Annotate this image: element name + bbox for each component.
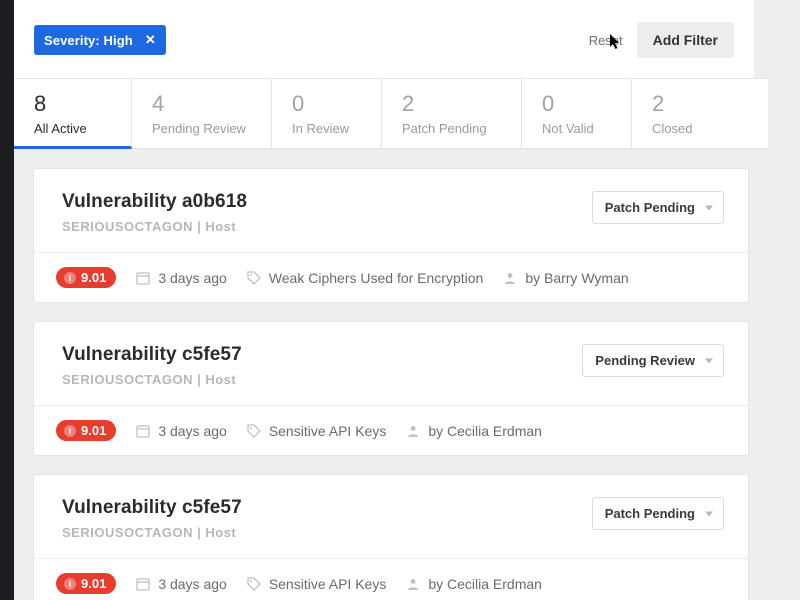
severity-pill: i 9.01	[56, 573, 116, 594]
info-icon: i	[64, 272, 76, 284]
severity-pill: i 9.01	[56, 420, 116, 441]
vuln-subtitle: SERIOUSOCTAGON | Host	[62, 372, 242, 387]
status-dropdown-label: Pending Review	[595, 353, 695, 368]
tag-text: Weak Ciphers Used for Encryption	[269, 270, 484, 286]
user-icon	[503, 271, 517, 285]
vuln-title: Vulnerability c5fe57	[62, 497, 242, 519]
author-text: by Cecilia Erdman	[428, 576, 542, 592]
user-icon	[406, 424, 420, 438]
meta-age: 3 days ago	[136, 423, 227, 439]
tab-label: Pending Review	[152, 121, 271, 136]
tab-count: 2	[652, 91, 768, 117]
tab-closed[interactable]: 2 Closed	[632, 78, 768, 149]
tab-label: Closed	[652, 121, 768, 136]
severity-score: 9.01	[81, 423, 106, 438]
meta-author: by Cecilia Erdman	[406, 576, 542, 592]
tab-count: 8	[34, 91, 131, 117]
tag-icon	[247, 577, 261, 591]
sidebar-stub	[0, 0, 14, 600]
filter-chip-severity[interactable]: Severity: High ✕	[34, 25, 166, 55]
severity-score: 9.01	[81, 576, 106, 591]
meta-author: by Cecilia Erdman	[406, 423, 542, 439]
tag-icon	[247, 271, 261, 285]
reset-link[interactable]: Reset	[589, 33, 623, 48]
calendar-icon	[136, 271, 150, 285]
tab-label: All Active	[34, 121, 131, 136]
tab-pending-review[interactable]: 4 Pending Review	[132, 78, 272, 149]
severity-score: 9.01	[81, 270, 106, 285]
filter-chip-remove-icon[interactable]: ✕	[145, 32, 156, 48]
status-dropdown[interactable]: Patch Pending	[592, 497, 724, 530]
meta-tag: Sensitive API Keys	[247, 423, 387, 439]
tab-label: Not Valid	[542, 121, 631, 136]
add-filter-button[interactable]: Add Filter	[637, 22, 734, 58]
tab-label: Patch Pending	[402, 121, 521, 136]
calendar-icon	[136, 424, 150, 438]
tab-label: In Review	[292, 121, 381, 136]
vuln-title: Vulnerability c5fe57	[62, 344, 242, 366]
meta-age: 3 days ago	[136, 270, 227, 286]
vuln-title: Vulnerability a0b618	[62, 191, 247, 213]
tag-icon	[247, 424, 261, 438]
info-icon: i	[64, 578, 76, 590]
filter-chip-label: Severity: High	[44, 33, 133, 48]
age-text: 3 days ago	[158, 576, 227, 592]
author-text: by Cecilia Erdman	[428, 423, 542, 439]
author-text: by Barry Wyman	[525, 270, 628, 286]
tab-count: 2	[402, 91, 521, 117]
status-dropdown[interactable]: Pending Review	[582, 344, 724, 377]
meta-author: by Barry Wyman	[503, 270, 628, 286]
meta-tag: Sensitive API Keys	[247, 576, 387, 592]
status-tabs: 8 All Active 4 Pending Review 0 In Revie…	[14, 78, 768, 149]
tab-all-active[interactable]: 8 All Active	[14, 78, 132, 149]
tab-count: 4	[152, 91, 271, 117]
content-area: Severity: High ✕ Reset Add Filter 8 All …	[14, 0, 800, 600]
vulnerability-card[interactable]: Vulnerability c5fe57 SERIOUSOCTAGON | Ho…	[34, 475, 748, 600]
tab-count: 0	[542, 91, 631, 117]
meta-tag: Weak Ciphers Used for Encryption	[247, 270, 484, 286]
filter-bar: Severity: High ✕ Reset Add Filter	[14, 0, 754, 78]
vuln-subtitle: SERIOUSOCTAGON | Host	[62, 219, 247, 234]
vulnerability-list: Vulnerability a0b618 SERIOUSOCTAGON | Ho…	[14, 149, 768, 600]
tab-in-review[interactable]: 0 In Review	[272, 78, 382, 149]
tag-text: Sensitive API Keys	[269, 423, 387, 439]
meta-age: 3 days ago	[136, 576, 227, 592]
tab-not-valid[interactable]: 0 Not Valid	[522, 78, 632, 149]
tag-text: Sensitive API Keys	[269, 576, 387, 592]
status-dropdown-label: Patch Pending	[605, 506, 695, 521]
calendar-icon	[136, 577, 150, 591]
age-text: 3 days ago	[158, 423, 227, 439]
info-icon: i	[64, 425, 76, 437]
vuln-subtitle: SERIOUSOCTAGON | Host	[62, 525, 242, 540]
user-icon	[406, 577, 420, 591]
tab-count: 0	[292, 91, 381, 117]
tab-patch-pending[interactable]: 2 Patch Pending	[382, 78, 522, 149]
status-dropdown[interactable]: Patch Pending	[592, 191, 724, 224]
age-text: 3 days ago	[158, 270, 227, 286]
vulnerability-card[interactable]: Vulnerability a0b618 SERIOUSOCTAGON | Ho…	[34, 169, 748, 302]
severity-pill: i 9.01	[56, 267, 116, 288]
vulnerability-card[interactable]: Vulnerability c5fe57 SERIOUSOCTAGON | Ho…	[34, 322, 748, 455]
status-dropdown-label: Patch Pending	[605, 200, 695, 215]
